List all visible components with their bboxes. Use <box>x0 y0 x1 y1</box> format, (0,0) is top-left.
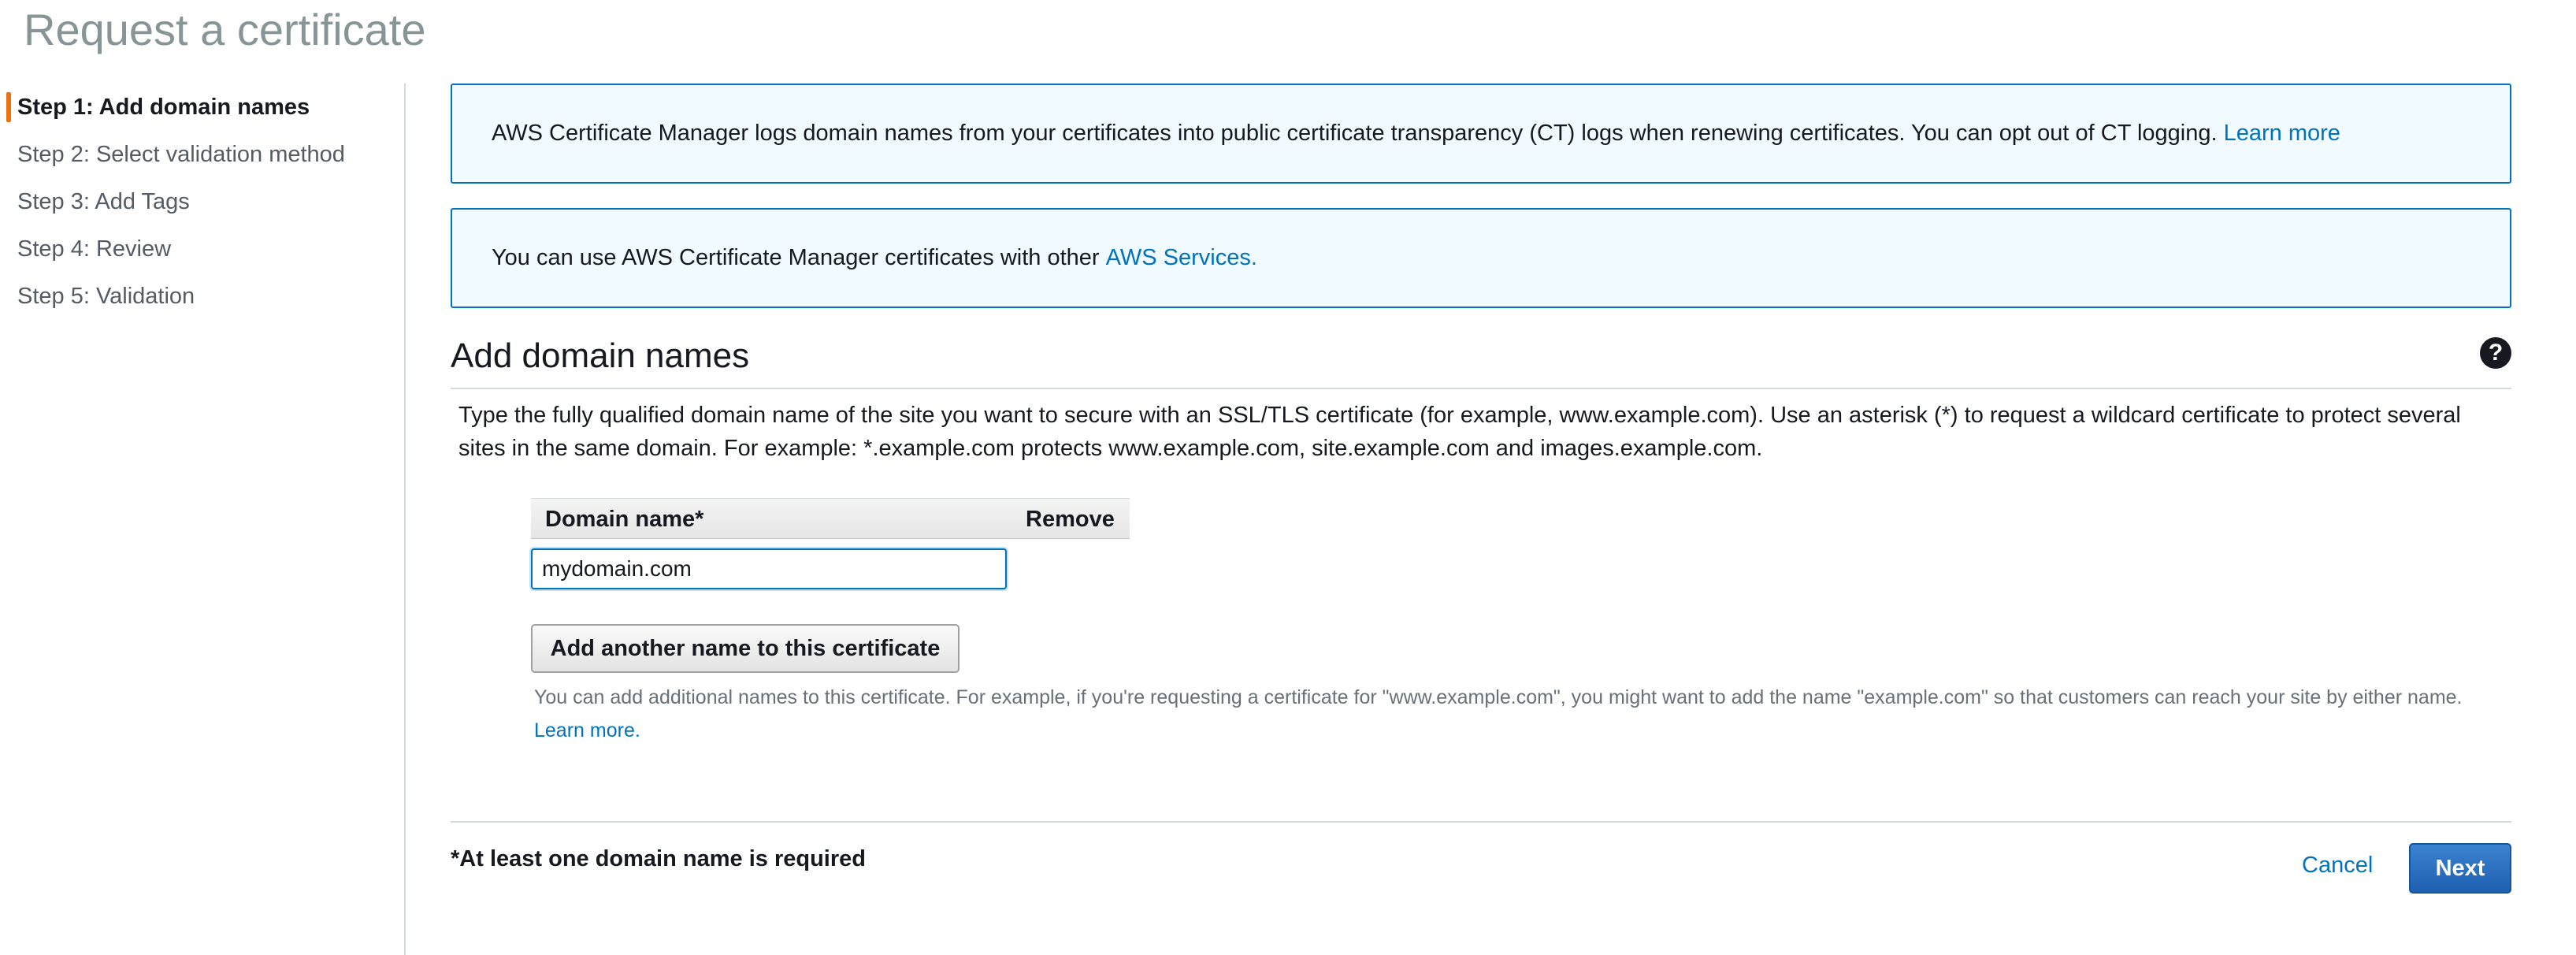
domain-names-table: Domain name* Remove <box>531 498 1130 589</box>
ct-logging-info-alert: AWS Certificate Manager logs domain name… <box>451 84 2511 184</box>
aws-services-info-alert: You can use AWS Certificate Manager cert… <box>451 208 2511 308</box>
section-title: Add domain names <box>451 336 750 375</box>
required-note: *At least one domain name is required <box>451 846 866 871</box>
cancel-button[interactable]: Cancel <box>2302 853 2373 879</box>
ct-logging-learn-more-link[interactable]: Learn more <box>2224 121 2340 146</box>
add-another-name-button[interactable]: Add another name to this certificate <box>531 624 960 673</box>
step-add-domain-names[interactable]: Step 1: Add domain names <box>0 84 404 131</box>
footer-divider <box>451 821 2511 823</box>
next-button[interactable]: Next <box>2409 843 2511 894</box>
section-description: Type the fully qualified domain name of … <box>458 403 2461 461</box>
step-add-tags[interactable]: Step 3: Add Tags <box>0 178 404 225</box>
step-select-validation-method[interactable]: Step 2: Select validation method <box>0 131 404 178</box>
question-circle-icon[interactable]: ? <box>2480 337 2511 369</box>
additional-names-hint: You can add additional names to this cer… <box>534 686 2463 741</box>
aws-services-link[interactable]: AWS Services. <box>1106 245 1257 270</box>
column-header-domain-name: Domain name* <box>545 507 704 532</box>
aws-services-alert-text: You can use AWS Certificate Manager cert… <box>492 245 1257 270</box>
section-header: Add domain names ? <box>451 329 2511 389</box>
domain-name-input[interactable] <box>531 548 1007 589</box>
ct-logging-alert-text: AWS Certificate Manager logs domain name… <box>492 121 2340 146</box>
column-header-remove: Remove <box>1026 507 1115 532</box>
hint-learn-more-link[interactable]: Learn more. <box>534 719 640 741</box>
step-validation[interactable]: Step 5: Validation <box>0 273 404 320</box>
step-review[interactable]: Step 4: Review <box>0 225 404 273</box>
table-header: Domain name* Remove <box>531 498 1130 539</box>
wizard-steps-sidebar: Step 1: Add domain names Step 2: Select … <box>0 84 406 955</box>
page-title: Request a certificate <box>24 5 426 54</box>
main-content: AWS Certificate Manager logs domain name… <box>451 84 2511 955</box>
